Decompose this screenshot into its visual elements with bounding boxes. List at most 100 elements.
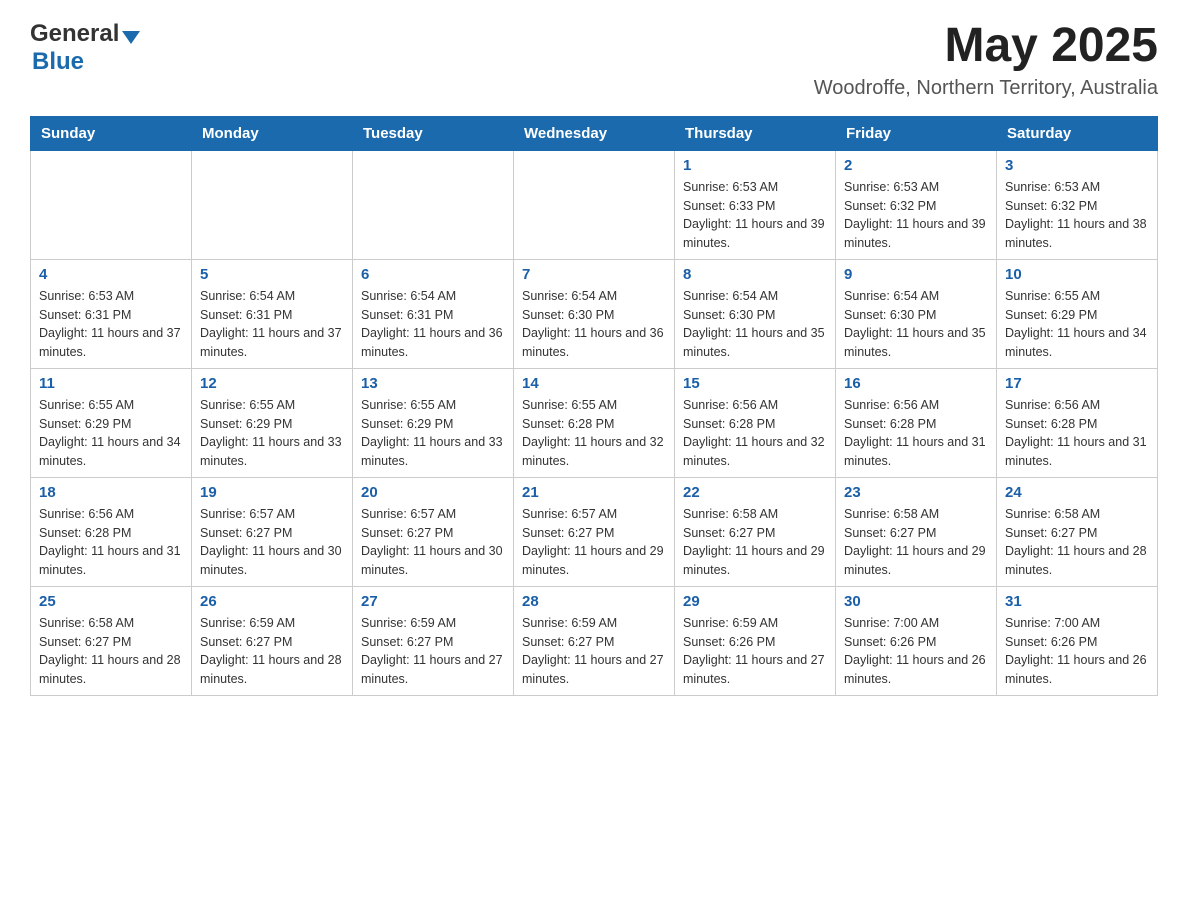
calendar-cell: 17 Sunrise: 6:56 AM Sunset: 6:28 PM Dayli… (997, 368, 1158, 477)
day-number: 3 (1005, 157, 1149, 174)
calendar-cell: 9 Sunrise: 6:54 AM Sunset: 6:30 PM Daylig… (836, 259, 997, 368)
day-info: Sunrise: 6:54 AM Sunset: 6:30 PM Dayligh… (683, 287, 827, 362)
day-number: 9 (844, 266, 988, 283)
calendar-cell: 2 Sunrise: 6:53 AM Sunset: 6:32 PM Daylig… (836, 150, 997, 259)
calendar-header: SundayMondayTuesdayWednesdayThursdayFrid… (31, 116, 1158, 150)
calendar-cell: 16 Sunrise: 6:56 AM Sunset: 6:28 PM Dayli… (836, 368, 997, 477)
calendar-cell: 22Sunrise: 6:58 AM Sunset: 6:27 PM Dayli… (675, 477, 836, 586)
day-number: 17 (1005, 375, 1149, 392)
calendar-cell: 26Sunrise: 6:59 AM Sunset: 6:27 PM Dayli… (192, 586, 353, 695)
day-info: Sunrise: 6:59 AM Sunset: 6:27 PM Dayligh… (522, 614, 666, 689)
day-info: Sunrise: 6:56 AM Sunset: 6:28 PM Dayligh… (1005, 396, 1149, 471)
day-number: 5 (200, 266, 344, 283)
logo: General Blue (30, 20, 140, 76)
calendar-cell: 19 Sunrise: 6:57 AM Sunset: 6:27 PM Dayli… (192, 477, 353, 586)
day-of-week-thursday: Thursday (675, 116, 836, 150)
day-of-week-saturday: Saturday (997, 116, 1158, 150)
day-number: 16 (844, 375, 988, 392)
calendar-cell: 23 Sunrise: 6:58 AM Sunset: 6:27 PM Dayli… (836, 477, 997, 586)
calendar-week-row: 25Sunrise: 6:58 AM Sunset: 6:27 PM Dayli… (31, 586, 1158, 695)
calendar-cell: 14 Sunrise: 6:55 AM Sunset: 6:28 PM Dayli… (514, 368, 675, 477)
day-info: Sunrise: 6:55 AM Sunset: 6:28 PM Dayligh… (522, 396, 666, 471)
calendar-cell (192, 150, 353, 259)
calendar-cell (31, 150, 192, 259)
calendar-cell: 27Sunrise: 6:59 AM Sunset: 6:27 PM Dayli… (353, 586, 514, 695)
day-number: 18 (39, 484, 183, 501)
day-number: 10 (1005, 266, 1149, 283)
logo-general-text: General (30, 20, 119, 48)
day-number: 19 (200, 484, 344, 501)
day-info: Sunrise: 6:57 AM Sunset: 6:27 PM Dayligh… (522, 505, 666, 580)
day-info: Sunrise: 6:56 AM Sunset: 6:28 PM Dayligh… (844, 396, 988, 471)
calendar-cell: 12 Sunrise: 6:55 AM Sunset: 6:29 PM Dayli… (192, 368, 353, 477)
calendar-cell: 8 Sunrise: 6:54 AM Sunset: 6:30 PM Daylig… (675, 259, 836, 368)
day-number: 1 (683, 157, 827, 174)
day-number: 20 (361, 484, 505, 501)
calendar-week-row: 4 Sunrise: 6:53 AM Sunset: 6:31 PM Daylig… (31, 259, 1158, 368)
calendar-cell: 21Sunrise: 6:57 AM Sunset: 6:27 PM Dayli… (514, 477, 675, 586)
day-info: Sunrise: 6:53 AM Sunset: 6:33 PM Dayligh… (683, 178, 827, 253)
day-info: Sunrise: 7:00 AM Sunset: 6:26 PM Dayligh… (1005, 614, 1149, 689)
day-info: Sunrise: 6:55 AM Sunset: 6:29 PM Dayligh… (39, 396, 183, 471)
day-number: 6 (361, 266, 505, 283)
calendar-cell: 11 Sunrise: 6:55 AM Sunset: 6:29 PM Dayli… (31, 368, 192, 477)
days-of-week-row: SundayMondayTuesdayWednesdayThursdayFrid… (31, 116, 1158, 150)
calendar-cell: 28 Sunrise: 6:59 AM Sunset: 6:27 PM Dayli… (514, 586, 675, 695)
day-info: Sunrise: 6:55 AM Sunset: 6:29 PM Dayligh… (200, 396, 344, 471)
day-number: 27 (361, 593, 505, 610)
day-number: 2 (844, 157, 988, 174)
day-info: Sunrise: 6:54 AM Sunset: 6:30 PM Dayligh… (522, 287, 666, 362)
day-number: 12 (200, 375, 344, 392)
day-info: Sunrise: 6:55 AM Sunset: 6:29 PM Dayligh… (361, 396, 505, 471)
calendar-cell: 7 Sunrise: 6:54 AM Sunset: 6:30 PM Daylig… (514, 259, 675, 368)
day-number: 29 (683, 593, 827, 610)
day-info: Sunrise: 6:57 AM Sunset: 6:27 PM Dayligh… (200, 505, 344, 580)
calendar-week-row: 1 Sunrise: 6:53 AM Sunset: 6:33 PM Daylig… (31, 150, 1158, 259)
calendar-cell: 20Sunrise: 6:57 AM Sunset: 6:27 PM Dayli… (353, 477, 514, 586)
calendar-cell: 3 Sunrise: 6:53 AM Sunset: 6:32 PM Daylig… (997, 150, 1158, 259)
location-subtitle: Woodroffe, Northern Territory, Australia (814, 77, 1158, 100)
day-info: Sunrise: 6:56 AM Sunset: 6:28 PM Dayligh… (39, 505, 183, 580)
calendar-week-row: 11 Sunrise: 6:55 AM Sunset: 6:29 PM Dayli… (31, 368, 1158, 477)
day-number: 23 (844, 484, 988, 501)
day-info: Sunrise: 6:54 AM Sunset: 6:31 PM Dayligh… (200, 287, 344, 362)
day-number: 4 (39, 266, 183, 283)
day-number: 8 (683, 266, 827, 283)
calendar-cell: 25Sunrise: 6:58 AM Sunset: 6:27 PM Dayli… (31, 586, 192, 695)
calendar-week-row: 18 Sunrise: 6:56 AM Sunset: 6:28 PM Dayli… (31, 477, 1158, 586)
day-info: Sunrise: 6:59 AM Sunset: 6:26 PM Dayligh… (683, 614, 827, 689)
month-year-title: May 2025 (814, 20, 1158, 73)
day-number: 28 (522, 593, 666, 610)
title-section: May 2025 Woodroffe, Northern Territory, … (814, 20, 1158, 100)
day-of-week-monday: Monday (192, 116, 353, 150)
day-info: Sunrise: 6:53 AM Sunset: 6:32 PM Dayligh… (1005, 178, 1149, 253)
calendar-cell: 24Sunrise: 6:58 AM Sunset: 6:27 PM Dayli… (997, 477, 1158, 586)
day-number: 7 (522, 266, 666, 283)
calendar-cell (353, 150, 514, 259)
logo-blue-text: Blue (32, 48, 84, 75)
calendar-cell: 1 Sunrise: 6:53 AM Sunset: 6:33 PM Daylig… (675, 150, 836, 259)
day-number: 13 (361, 375, 505, 392)
day-number: 22 (683, 484, 827, 501)
day-of-week-wednesday: Wednesday (514, 116, 675, 150)
day-info: Sunrise: 6:54 AM Sunset: 6:30 PM Dayligh… (844, 287, 988, 362)
calendar-cell: 13 Sunrise: 6:55 AM Sunset: 6:29 PM Dayli… (353, 368, 514, 477)
day-info: Sunrise: 6:58 AM Sunset: 6:27 PM Dayligh… (1005, 505, 1149, 580)
calendar-body: 1 Sunrise: 6:53 AM Sunset: 6:33 PM Daylig… (31, 150, 1158, 695)
day-info: Sunrise: 6:58 AM Sunset: 6:27 PM Dayligh… (844, 505, 988, 580)
day-info: Sunrise: 6:53 AM Sunset: 6:31 PM Dayligh… (39, 287, 183, 362)
day-number: 11 (39, 375, 183, 392)
day-number: 15 (683, 375, 827, 392)
day-info: Sunrise: 6:53 AM Sunset: 6:32 PM Dayligh… (844, 178, 988, 253)
calendar-cell: 6Sunrise: 6:54 AM Sunset: 6:31 PM Daylig… (353, 259, 514, 368)
calendar-cell: 5 Sunrise: 6:54 AM Sunset: 6:31 PM Daylig… (192, 259, 353, 368)
day-number: 14 (522, 375, 666, 392)
day-info: Sunrise: 7:00 AM Sunset: 6:26 PM Dayligh… (844, 614, 988, 689)
day-number: 26 (200, 593, 344, 610)
calendar-cell: 4 Sunrise: 6:53 AM Sunset: 6:31 PM Daylig… (31, 259, 192, 368)
calendar-cell: 15Sunrise: 6:56 AM Sunset: 6:28 PM Dayli… (675, 368, 836, 477)
calendar-table: SundayMondayTuesdayWednesdayThursdayFrid… (30, 116, 1158, 696)
logo-arrow-icon (122, 31, 140, 44)
calendar-cell (514, 150, 675, 259)
day-number: 30 (844, 593, 988, 610)
